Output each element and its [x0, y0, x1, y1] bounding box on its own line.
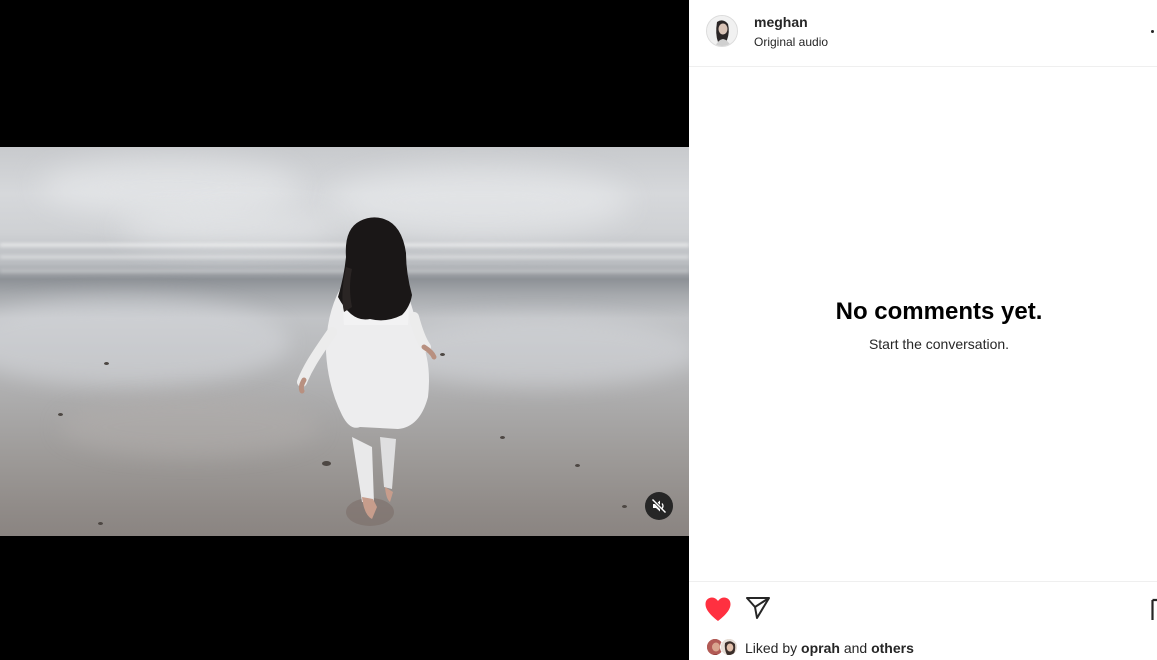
post-header: meghan Original audio	[689, 0, 1157, 67]
liked-by-others-link[interactable]: others	[871, 640, 914, 656]
bookmark-icon[interactable]	[1151, 598, 1157, 622]
details-panel: meghan Original audio No comments yet. S…	[689, 0, 1157, 660]
liker-avatar	[720, 638, 738, 656]
liked-by-row: Liked by oprah and others	[706, 637, 914, 659]
paper-plane-icon[interactable]	[745, 596, 771, 620]
post-video[interactable]	[0, 147, 689, 536]
post-viewer: meghan Original audio No comments yet. S…	[0, 0, 1157, 660]
liked-by-text: Liked by oprah and others	[745, 640, 914, 656]
mute-toggle-button[interactable]	[645, 492, 673, 520]
woman-walking-figure	[297, 217, 437, 526]
empty-comments-title: No comments yet.	[835, 298, 1043, 325]
audio-label[interactable]: Original audio	[754, 35, 828, 49]
liked-by-user-link[interactable]: oprah	[801, 640, 840, 656]
more-options-icon[interactable]	[1151, 30, 1154, 33]
post-username[interactable]: meghan	[754, 14, 808, 30]
media-pane	[0, 0, 689, 660]
speaker-muted-icon	[651, 498, 667, 514]
liked-by-joiner: and	[843, 640, 868, 656]
avatar[interactable]	[706, 15, 738, 47]
empty-comments: No comments yet. Start the conversation.	[689, 298, 1157, 352]
liker-avatars[interactable]	[706, 638, 742, 658]
heart-icon[interactable]	[704, 596, 732, 622]
post-actions: Liked by oprah and others	[689, 581, 1157, 660]
empty-comments-subtitle: Start the conversation.	[868, 336, 1010, 352]
avatar-photo	[707, 16, 737, 46]
liked-by-prefix: Liked by	[745, 640, 798, 656]
